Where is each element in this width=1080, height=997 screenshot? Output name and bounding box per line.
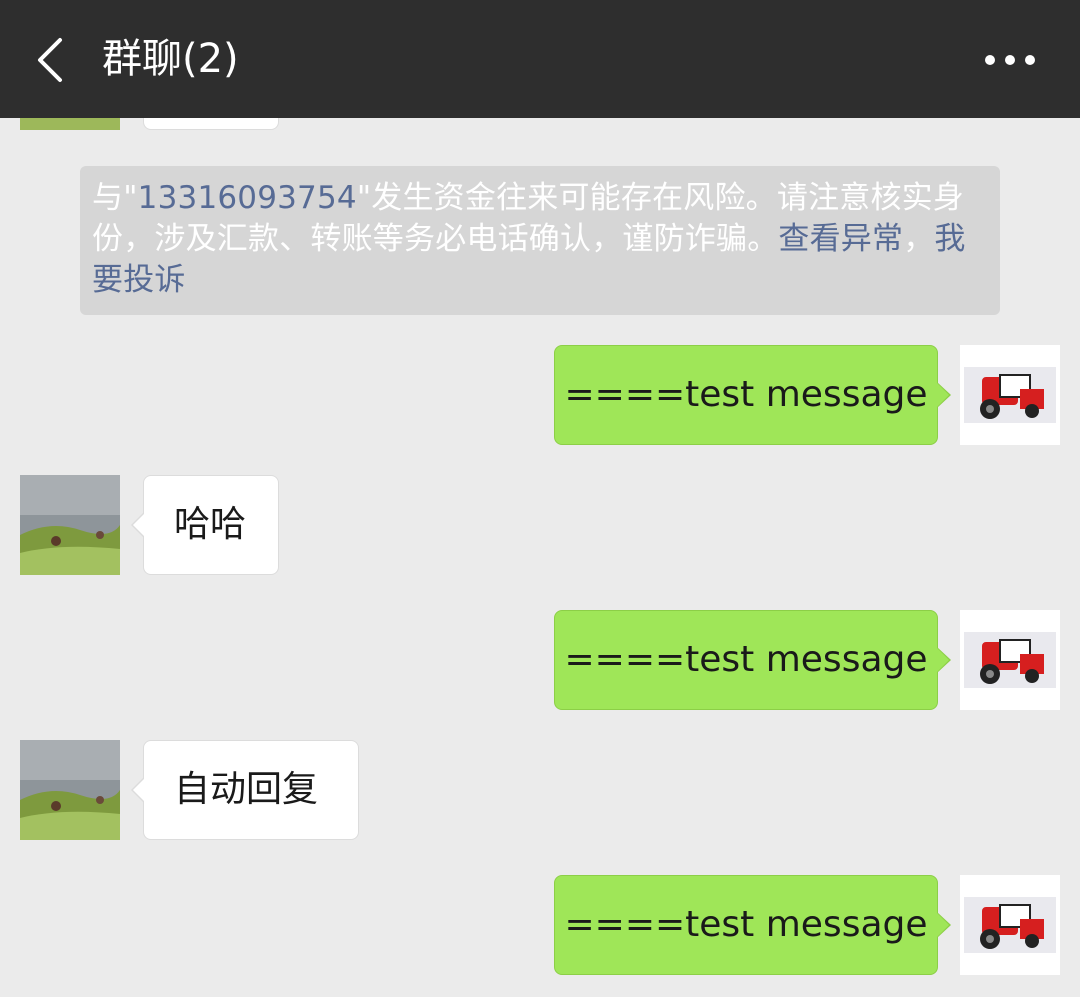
my-avatar[interactable] bbox=[960, 345, 1060, 445]
page-title: 群聊(2) bbox=[102, 36, 239, 82]
notice-prefix: 与" bbox=[92, 180, 138, 216]
outgoing-message-bubble[interactable]: ====test message bbox=[554, 610, 951, 710]
message-text: 哈哈 bbox=[174, 504, 247, 545]
bubble-tail bbox=[937, 647, 951, 673]
message-text: 自动回复 bbox=[174, 769, 319, 810]
security-notice: 与"13316093754"发生资金往来可能存在风险。请注意核实身份，涉及汇款、… bbox=[80, 166, 1000, 315]
incoming-message-bubble[interactable] bbox=[143, 118, 279, 130]
message-text: ====test message bbox=[564, 374, 928, 415]
chat-area[interactable]: 与"13316093754"发生资金往来可能存在风险。请注意核实身份，涉及汇款、… bbox=[0, 118, 1080, 997]
incoming-message-bubble[interactable]: 自动回复 bbox=[131, 740, 359, 840]
contact-avatar[interactable] bbox=[20, 740, 120, 840]
message-text: ====test message bbox=[564, 639, 928, 680]
check-anomaly-link[interactable]: 查看异常 bbox=[778, 221, 903, 257]
more-dots-icon bbox=[985, 55, 1035, 65]
my-avatar[interactable] bbox=[960, 610, 1060, 710]
incoming-message-bubble[interactable]: 哈哈 bbox=[131, 475, 279, 575]
my-avatar[interactable] bbox=[960, 875, 1060, 975]
bubble-tail bbox=[937, 382, 951, 408]
contact-avatar[interactable] bbox=[20, 118, 120, 130]
bubble-tail bbox=[131, 777, 145, 803]
bubble-tail bbox=[131, 512, 145, 538]
contact-avatar[interactable] bbox=[20, 475, 120, 575]
more-button[interactable] bbox=[978, 44, 1042, 76]
bubble-tail bbox=[937, 912, 951, 938]
chevron-left-icon bbox=[38, 38, 62, 82]
top-bar: 群聊(2) bbox=[0, 0, 1080, 118]
outgoing-message-bubble[interactable]: ====test message bbox=[554, 345, 951, 445]
notice-phone: 13316093754 bbox=[137, 180, 357, 216]
outgoing-message-bubble[interactable]: ====test message bbox=[554, 875, 951, 975]
back-button[interactable] bbox=[34, 36, 78, 84]
message-text: ====test message bbox=[564, 904, 928, 945]
notice-separator: ， bbox=[903, 221, 935, 257]
